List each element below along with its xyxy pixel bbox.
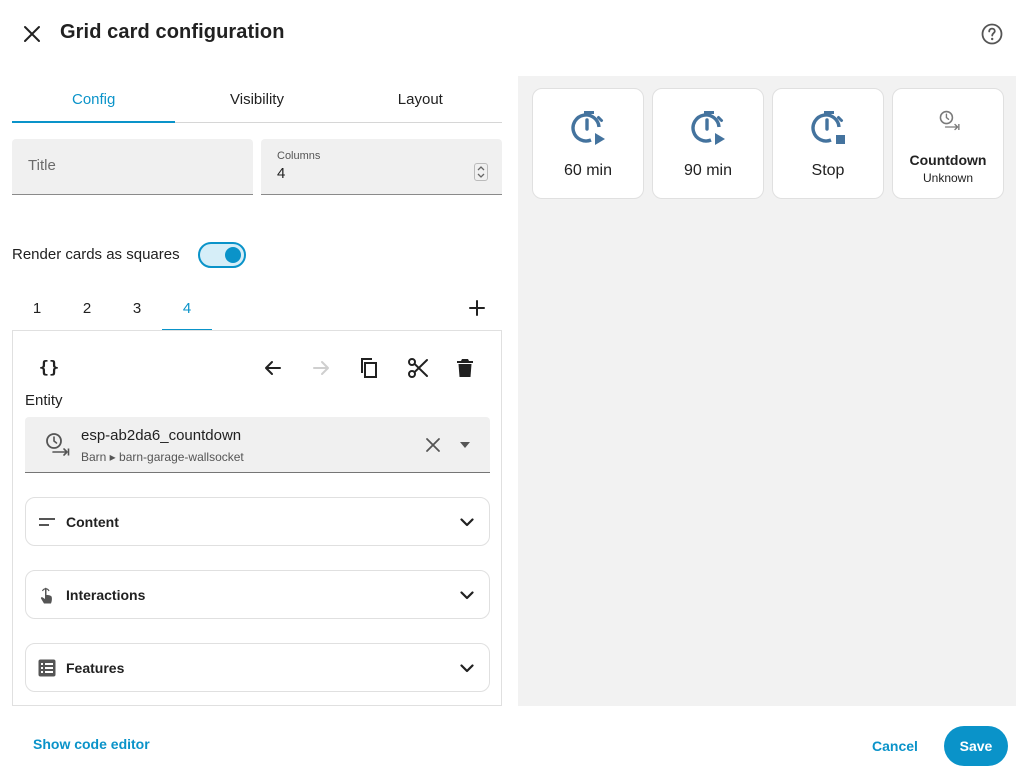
grid-card-dialog: Grid card configuration Config Visibilit… [0, 0, 1024, 782]
caret-down-icon[interactable] [455, 433, 475, 457]
timer-play-icon [571, 111, 605, 145]
features-label: Features [66, 660, 125, 676]
tab-visibility[interactable]: Visibility [175, 76, 338, 122]
tile-60-min[interactable]: 60 min [532, 88, 644, 199]
arrow-right-icon [307, 354, 335, 382]
help-circle-icon[interactable] [976, 18, 1008, 50]
card-editor-panel: {} Entity esp-ab2da6_countdown Barn ▸ ba… [12, 330, 502, 706]
show-code-editor-link[interactable]: Show code editor [33, 736, 150, 752]
square-toggle-label: Render cards as squares [12, 246, 180, 263]
features-expander[interactable]: Features [25, 643, 490, 692]
config-tabs: Config Visibility Layout [12, 76, 502, 123]
chevron-down-icon [457, 658, 477, 678]
entity-picker[interactable]: esp-ab2da6_countdown Barn ▸ barn-garage-… [25, 417, 490, 473]
tile-label: 60 min [563, 162, 613, 179]
interactions-expander[interactable]: Interactions [25, 570, 490, 619]
save-button[interactable]: Save [944, 726, 1008, 766]
entity-name: esp-ab2da6_countdown [81, 427, 242, 444]
scissors-icon[interactable] [404, 354, 432, 382]
columns-label: Columns [277, 150, 321, 162]
quantity-stepper[interactable] [474, 163, 488, 181]
dialog-title: Grid card configuration [60, 21, 285, 43]
tile-countdown[interactable]: Countdown Unknown [892, 88, 1004, 199]
card-tab-2[interactable]: 2 [62, 285, 112, 331]
card-tabs: 1 2 3 4 [12, 285, 502, 331]
entity-label: Entity [25, 392, 63, 409]
cancel-button[interactable]: Cancel [860, 728, 930, 764]
gesture-tap-icon [37, 585, 57, 605]
content-expander[interactable]: Content [25, 497, 490, 546]
clear-entity-icon[interactable] [421, 433, 445, 457]
content-label: Content [66, 514, 119, 530]
tile-90-min[interactable]: 90 min [652, 88, 764, 199]
code-braces-icon[interactable]: {} [35, 354, 63, 382]
card-tab-1[interactable]: 1 [12, 285, 62, 331]
tile-label: Stop [811, 162, 845, 179]
columns-field[interactable]: Columns [261, 139, 502, 195]
timer-clock-icon [46, 433, 70, 456]
close-icon[interactable] [16, 18, 48, 50]
tile-entity-name: Countdown [909, 152, 987, 168]
chevron-down-icon [457, 585, 477, 605]
timer-stop-icon [811, 111, 845, 144]
dialog-header: Grid card configuration [0, 0, 1024, 68]
title-input[interactable] [28, 157, 238, 174]
tile-entity-state: Unknown [922, 171, 974, 185]
toggle-knob [225, 247, 241, 263]
columns-input[interactable] [277, 165, 457, 182]
tile-label: 90 min [683, 162, 733, 179]
arrow-left-icon[interactable] [259, 354, 287, 382]
square-toggle[interactable] [198, 242, 246, 268]
timer-clock-icon [939, 110, 960, 131]
plus-icon[interactable] [464, 295, 490, 321]
timer-play-icon [691, 111, 725, 145]
tab-config[interactable]: Config [12, 76, 176, 123]
tab-layout[interactable]: Layout [339, 76, 502, 122]
copy-icon[interactable] [355, 354, 383, 382]
tile-stop[interactable]: Stop [772, 88, 884, 199]
chevron-down-icon [457, 512, 477, 532]
interactions-label: Interactions [66, 587, 146, 603]
entity-context: Barn ▸ barn-garage-wallsocket [81, 450, 244, 464]
trash-icon[interactable] [451, 354, 479, 382]
text-short-icon [37, 512, 57, 532]
card-tab-4[interactable]: 4 [162, 285, 212, 331]
title-field[interactable] [12, 139, 253, 195]
card-tab-3[interactable]: 3 [112, 285, 162, 331]
card-preview: 60 min 90 min Stop Countdown Unknown [518, 76, 1016, 706]
list-box-icon [37, 658, 57, 678]
